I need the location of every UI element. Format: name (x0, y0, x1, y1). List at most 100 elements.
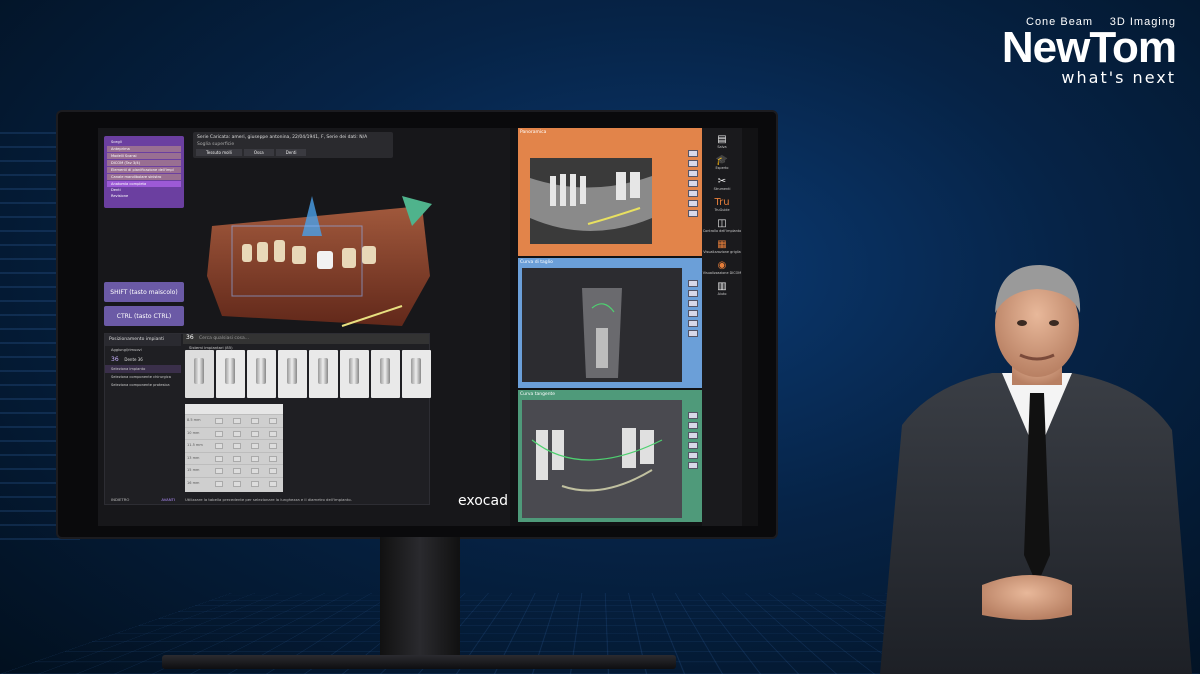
implant-placement-panel: Posizionamento impianti Aggiungi/rimuovi… (104, 333, 430, 505)
sidebar-item[interactable]: ▤ Salva (702, 134, 742, 149)
sidebar-item[interactable]: ✂ Strumenti (702, 176, 742, 191)
workflow-step[interactable]: DICOM (Tav 3/4) (107, 160, 181, 166)
size-cell[interactable] (269, 481, 277, 487)
monitor-base (162, 655, 676, 669)
size-cell[interactable] (269, 418, 277, 424)
size-cell[interactable] (251, 418, 259, 424)
size-cell[interactable] (215, 418, 223, 424)
implant-card[interactable] (216, 350, 245, 398)
size-cell[interactable] (251, 468, 259, 474)
brand-logo: Cone Beam 3D Imaging NewTom what's next (966, 16, 1176, 87)
workflow-step[interactable]: Elementi di pianificazione dell'impl (107, 167, 181, 173)
panoramic-view[interactable]: Panoramica (518, 128, 702, 256)
implant-nav: INDIETRO AVANTI (105, 497, 181, 502)
sidebar-item[interactable]: ▥ Aiuto (702, 281, 742, 296)
size-row: 10 mm (185, 427, 283, 440)
size-cell[interactable] (233, 431, 241, 437)
workflow-step[interactable]: Anteprima (107, 146, 181, 152)
implant-side-menu: Aggiungi/rimuovi 36 Dente 36 Seleziona i… (105, 346, 181, 504)
app-screen: Scegli Anteprima Modelli Scansi DICOM (Tav … (98, 128, 758, 526)
surface-label: Soglia superficie (197, 142, 234, 147)
next-button[interactable]: AVANTI (161, 497, 175, 502)
size-row: 15 mm (185, 464, 283, 477)
select-prosthetic-action[interactable]: Seleziona componente protesica (105, 381, 181, 389)
sidebar-item[interactable]: ▦ Visualizzazione griglia (702, 239, 742, 254)
implant-search-input[interactable]: 36 Cerca qualsiasi cosa... (183, 334, 429, 344)
sidebar-item[interactable]: 🎓 Esperto (702, 155, 742, 170)
sidebar-item[interactable]: ◉ Visualizzazione DICOM (702, 260, 742, 275)
workflow-step[interactable]: Canale mandibolare sinistro (107, 174, 181, 180)
sidebar-item[interactable]: Tru TruGuide (702, 197, 742, 212)
size-cell[interactable] (233, 456, 241, 462)
shift-key-hint: SHIFT (tasto maiscolo) (104, 282, 184, 302)
cut-curve-tools (688, 280, 698, 337)
size-row: 8.5 mm (185, 414, 283, 427)
sidebar-item-label: TruGuide (702, 208, 742, 212)
size-cell[interactable] (269, 456, 277, 462)
size-cell[interactable] (251, 456, 259, 462)
size-cell[interactable] (215, 443, 223, 449)
size-cell[interactable] (233, 468, 241, 474)
size-cell[interactable] (215, 481, 223, 487)
size-cell[interactable] (215, 468, 223, 474)
teeth-button[interactable]: Denti (276, 149, 307, 156)
size-cell[interactable] (215, 431, 223, 437)
3d-jaw-model[interactable] (202, 196, 432, 336)
size-row: 16 mm (185, 477, 283, 490)
size-cell[interactable] (251, 443, 259, 449)
implant-card[interactable] (309, 350, 338, 398)
sidebar-item-label: Strumenti (702, 187, 742, 191)
search-placeholder: Cerca qualsiasi cosa... (199, 336, 249, 341)
workflow-step[interactable]: Scegli (107, 139, 181, 145)
size-cell[interactable] (233, 418, 241, 424)
implant-card[interactable] (402, 350, 431, 398)
presenter-figure (872, 255, 1200, 674)
size-cell[interactable] (251, 431, 259, 437)
size-row-length: 8.5 mm (187, 418, 201, 422)
implant-card[interactable] (340, 350, 369, 398)
tooth-label: Dente 36 (124, 357, 142, 362)
select-surgical-action[interactable]: Seleziona componente chirurgica (105, 373, 181, 381)
help-icon: ▥ (702, 281, 742, 292)
workflow-step[interactable]: Revisione (107, 193, 181, 199)
select-implant-action[interactable]: Seleziona impianto (105, 365, 181, 373)
tooth-number: 36 Dente 36 (105, 354, 181, 365)
size-cell[interactable] (215, 456, 223, 462)
cut-curve-title: Curva di taglio (518, 258, 702, 266)
soft-tissue-button[interactable]: Tessuto molli (196, 149, 242, 156)
back-button[interactable]: INDIETRO (111, 497, 129, 502)
size-cell[interactable] (269, 443, 277, 449)
size-row-length: 16 mm (187, 481, 199, 485)
implant-card[interactable] (278, 350, 307, 398)
size-row-length: 13 mm (187, 456, 199, 460)
implant-card[interactable] (371, 350, 400, 398)
dataset-header: Serie Caricata: ameri, giuseppe antonina… (193, 132, 393, 158)
tangent-curve-view[interactable]: Curva tangente (518, 390, 702, 522)
sidebar-item-label: Esperto (702, 166, 742, 170)
brand-tagline: what's next (966, 68, 1176, 87)
workflow-step[interactable]: Modelli Scansi (107, 153, 181, 159)
cut-curve-view[interactable]: Curva di taglio (518, 258, 702, 388)
size-row-length: 15 mm (187, 468, 199, 472)
tangent-curve-title: Curva tangente (518, 390, 702, 398)
size-cell[interactable] (251, 481, 259, 487)
3d-workspace: Scegli Anteprima Modelli Scansi DICOM (Tav … (98, 128, 510, 526)
implant-size-table: 8.5 mm 10 mm 11.5 mm 13 mm 15 mm 16 mm (185, 404, 283, 492)
ctrl-key-hint: CTRL (tasto CTRL) (104, 306, 184, 326)
size-cell[interactable] (269, 468, 277, 474)
size-cell[interactable] (233, 443, 241, 449)
size-cell[interactable] (269, 431, 277, 437)
implant-cards (185, 350, 431, 398)
sidebar-item[interactable]: ◫ Controllo dell'impianto (702, 218, 742, 233)
implant-card[interactable] (247, 350, 276, 398)
expert-icon: 🎓 (702, 155, 742, 166)
implant-card[interactable] (185, 350, 214, 398)
implant-panel-title: Posizionamento impianti (105, 334, 181, 346)
tangent-curve-tools (688, 412, 698, 469)
add-remove-action[interactable]: Aggiungi/rimuovi (105, 346, 181, 354)
bone-button[interactable]: Ossa (244, 149, 274, 156)
panoramic-tools (688, 150, 698, 217)
size-cell[interactable] (233, 481, 241, 487)
trulabs-icon: Tru (702, 197, 742, 208)
size-row: 11.5 mm (185, 439, 283, 452)
